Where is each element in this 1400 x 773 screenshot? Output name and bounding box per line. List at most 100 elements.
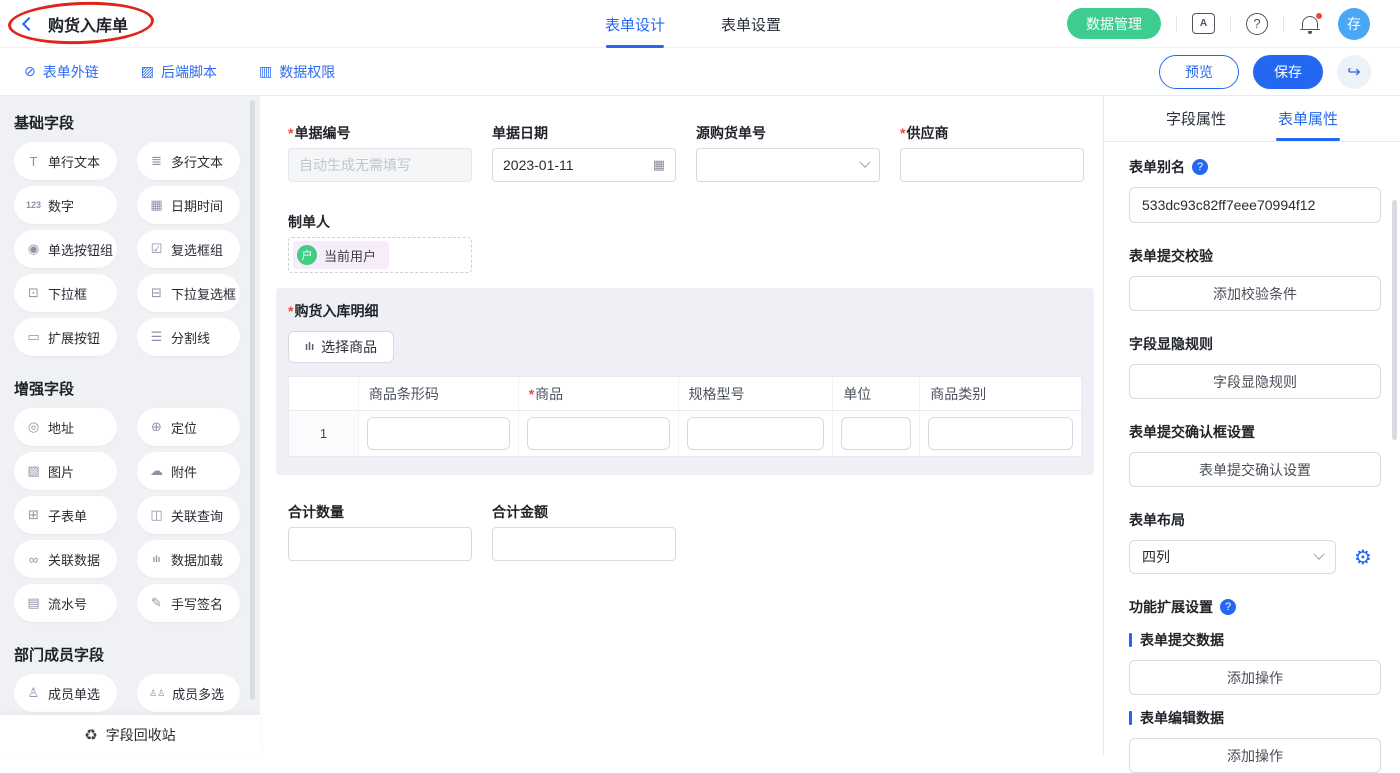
current-user-tag[interactable]: 户 当前用户 <box>293 241 389 269</box>
field-type-button-流水号[interactable]: ▤流水号 <box>14 584 117 622</box>
field-type-button-子表单[interactable]: ⊞子表单 <box>14 496 117 534</box>
divider <box>1230 16 1231 32</box>
field-type-button-日期时间[interactable]: ▦日期时间 <box>137 186 240 224</box>
back-chevron-icon[interactable] <box>22 16 36 30</box>
help-icon[interactable]: ? <box>1192 159 1208 175</box>
cell-input-单位[interactable] <box>841 417 911 450</box>
add-validation-button[interactable]: 添加校验条件 <box>1129 276 1381 311</box>
field-type-label: 下拉复选框 <box>171 284 236 303</box>
cell-input-商品[interactable] <box>527 417 670 450</box>
field-type-button-复选框组[interactable]: ☑复选框组 <box>137 230 240 268</box>
sidebar-section-title: 部门成员字段 <box>14 644 260 664</box>
tab-field-properties[interactable]: 字段属性 <box>1166 96 1226 141</box>
field-type-button-成员多选[interactable]: ♙♙成员多选 <box>137 674 240 712</box>
form-external-link[interactable]: ⊘ 表单外链 <box>24 62 99 82</box>
field-type-button-定位[interactable]: ⊕定位 <box>137 408 240 446</box>
total-qty-input[interactable] <box>288 527 472 561</box>
user-avatar[interactable]: 存 <box>1338 8 1370 40</box>
link-icon: ⊘ <box>24 63 36 80</box>
field-type-button-关联查询[interactable]: ◫关联查询 <box>137 496 240 534</box>
sidebar-section-title: 基础字段 <box>14 112 260 132</box>
cell-input-规格型号[interactable] <box>687 417 825 450</box>
field-creator[interactable]: 制单人 户 当前用户 <box>288 212 1103 273</box>
tab-form-design[interactable]: 表单设计 <box>605 0 665 48</box>
field-type-label: 地址 <box>48 418 74 437</box>
backend-script-link[interactable]: ▨ 后端脚本 <box>141 62 217 82</box>
field-type-button-图片[interactable]: ▧图片 <box>14 452 117 490</box>
detail-table-header: 商品条形码*商品规格型号单位商品类别 <box>289 377 1082 411</box>
field-source-order[interactable]: 源购货单号 <box>696 123 880 182</box>
source-order-select[interactable] <box>696 148 880 182</box>
field-type-label: 成员单选 <box>48 684 100 703</box>
field-recycle-bin-button[interactable]: ♻ 字段回收站 <box>0 715 260 755</box>
cell-规格型号 <box>679 411 834 456</box>
share-arrow-icon: ↪ <box>1347 62 1360 82</box>
submit-data-group-label: 表单提交数据 <box>1140 630 1224 650</box>
contact-card-icon[interactable]: A <box>1192 13 1215 34</box>
field-type-button-关联数据[interactable]: ∞关联数据 <box>14 540 117 578</box>
field-type-button-数据加载[interactable]: ılı数据加载 <box>137 540 240 578</box>
sidebar-scrollbar[interactable] <box>250 100 255 700</box>
calendar-icon: ▦ <box>653 157 665 173</box>
cell-input-商品类别[interactable] <box>928 417 1073 450</box>
field-doc-date[interactable]: 单据日期 2023-01-11 ▦ <box>492 123 676 182</box>
layout-gear-icon[interactable]: ⚙ <box>1346 540 1380 574</box>
field-type-button-附件[interactable]: ☁附件 <box>137 452 240 490</box>
confirm-box-button[interactable]: 表单提交确认设置 <box>1129 452 1381 487</box>
preview-button[interactable]: 预览 <box>1159 55 1239 89</box>
bar-chart-icon: ılı <box>305 341 314 353</box>
select-product-button[interactable]: ılı 选择商品 <box>288 331 394 363</box>
submit-add-action-button[interactable]: 添加操作 <box>1129 660 1381 695</box>
field-type-button-数字[interactable]: 123数字 <box>14 186 117 224</box>
date-picker[interactable]: 2023-01-11 ▦ <box>492 148 676 182</box>
field-type-button-下拉复选框[interactable]: ⊟下拉复选框 <box>137 274 240 312</box>
field-type-button-单选按钮组[interactable]: ◉单选按钮组 <box>14 230 117 268</box>
field-type-button-扩展按钮[interactable]: ▭扩展按钮 <box>14 318 117 356</box>
creator-value-box[interactable]: 户 当前用户 <box>288 237 472 273</box>
supplier-input[interactable] <box>900 148 1084 182</box>
tab-form-settings[interactable]: 表单设置 <box>721 0 781 48</box>
form-alias-input[interactable] <box>1129 187 1381 223</box>
field-type-button-下拉框[interactable]: ⊡下拉框 <box>14 274 117 312</box>
field-type-icon: ılı <box>149 554 164 564</box>
tab-form-properties[interactable]: 表单属性 <box>1278 96 1338 141</box>
data-permission-link[interactable]: ▥ 数据权限 <box>259 62 335 82</box>
field-type-icon: 123 <box>26 200 41 210</box>
field-type-label: 关联查询 <box>171 506 223 525</box>
detail-subform-section[interactable]: *购货入库明细 ılı 选择商品 商品条形码*商品规格型号单位商品类别 1 <box>276 288 1094 475</box>
field-type-label: 分割线 <box>171 328 210 347</box>
required-mark: * <box>288 125 293 141</box>
edit-add-action-button[interactable]: 添加操作 <box>1129 738 1381 773</box>
field-type-button-地址[interactable]: ◎ 地址 <box>14 408 117 446</box>
field-doc-no[interactable]: *单据编号 <box>288 123 472 182</box>
help-icon[interactable]: ? <box>1246 13 1268 35</box>
help-icon[interactable]: ? <box>1220 599 1236 615</box>
field-type-button-手写签名[interactable]: ✎手写签名 <box>137 584 240 622</box>
notification-bell-icon[interactable] <box>1299 12 1323 36</box>
total-amount-input[interactable] <box>492 527 676 561</box>
permission-icon: ▥ <box>259 63 272 80</box>
sidebar-sections: 基础字段 T单行文本 ≣多行文本 123数字 ▦日期时间 ◉单选按钮组 ☑复选框组 ⊡下拉框 ⊟… <box>14 112 260 755</box>
field-type-icon: ◎ <box>26 419 41 435</box>
field-type-button-单行文本[interactable]: T单行文本 <box>14 142 117 180</box>
page-title: 购货入库单 <box>48 12 128 36</box>
doc-no-input[interactable] <box>288 148 472 182</box>
save-button[interactable]: 保存 <box>1253 55 1323 89</box>
field-total-qty[interactable]: 合计数量 <box>288 502 472 561</box>
layout-select[interactable]: 四列 <box>1129 540 1336 574</box>
panel-scrollbar[interactable] <box>1392 200 1397 440</box>
form-layout-label: 表单布局 <box>1129 510 1380 530</box>
sidebar-section-title: 增强字段 <box>14 378 260 398</box>
data-manage-button[interactable]: 数据管理 <box>1067 8 1161 39</box>
field-supplier[interactable]: *供应商 <box>900 123 1084 182</box>
field-type-button-多行文本[interactable]: ≣多行文本 <box>137 142 240 180</box>
visibility-rules-button[interactable]: 字段显隐规则 <box>1129 364 1381 399</box>
field-type-grid: ♙成员单选 ♙♙成员多选 <box>14 674 241 718</box>
share-button[interactable]: ↪ <box>1337 55 1371 89</box>
field-type-button-成员单选[interactable]: ♙成员单选 <box>14 674 117 712</box>
cell-input-商品条形码[interactable] <box>367 417 510 450</box>
cell-商品类别 <box>920 411 1082 456</box>
field-type-button-分割线[interactable]: ☰分割线 <box>137 318 240 356</box>
field-total-amount[interactable]: 合计金额 <box>492 502 676 561</box>
header-actions: 数据管理 A ? 存 <box>1067 8 1400 40</box>
